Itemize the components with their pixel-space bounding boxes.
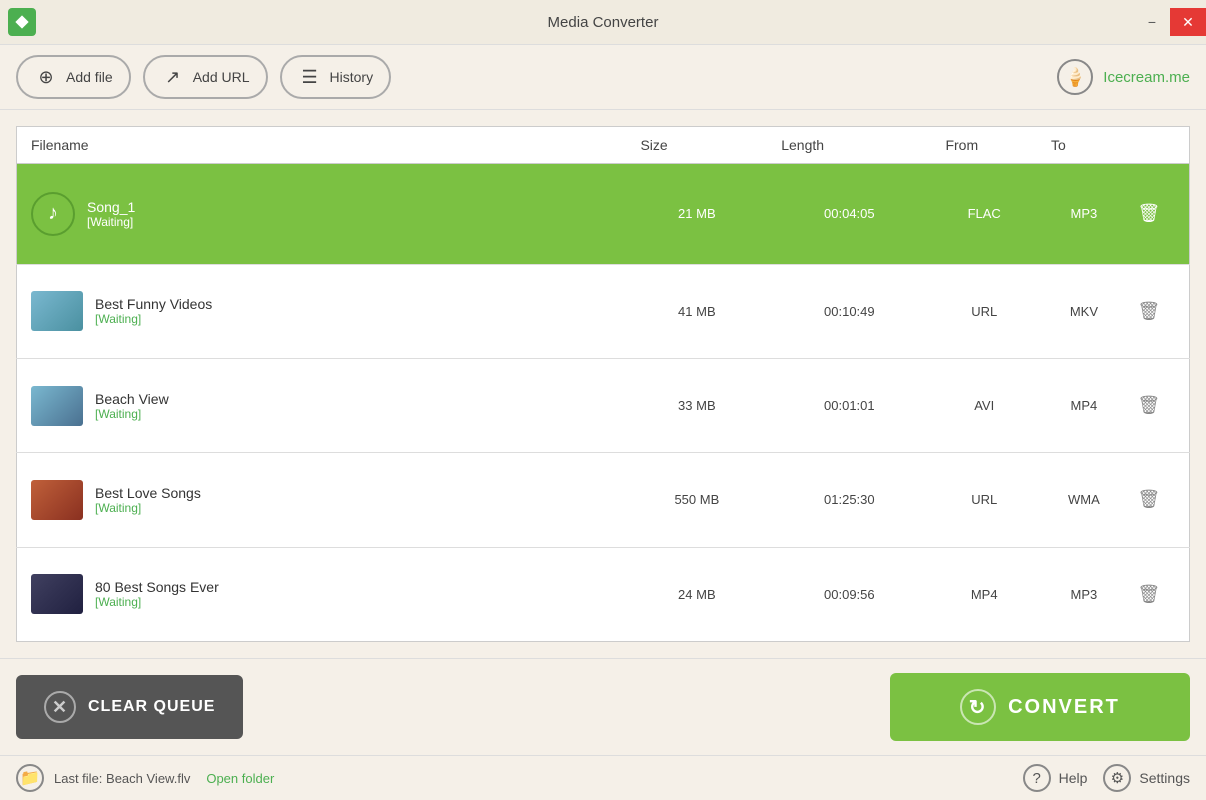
- filename-cell: Beach View [Waiting]: [17, 358, 627, 452]
- file-name: 80 Best Songs Ever: [95, 579, 219, 595]
- file-size: 21 MB: [626, 164, 767, 265]
- table-row[interactable]: Best Love Songs [Waiting] 550 MB 01:25:3…: [17, 453, 1190, 547]
- folder-icon: 📁: [16, 764, 44, 792]
- help-button[interactable]: ? Help: [1023, 764, 1088, 792]
- file-length: 01:25:30: [767, 453, 931, 547]
- filename-cell: Best Funny Videos [Waiting]: [17, 264, 627, 358]
- delete-button[interactable]: 🗑: [1131, 293, 1167, 329]
- window-title: Media Converter: [548, 14, 659, 31]
- col-header-to: To: [1037, 127, 1131, 164]
- history-button[interactable]: ☰ History: [280, 55, 392, 99]
- file-from: URL: [931, 264, 1037, 358]
- clear-icon: ✕: [44, 691, 76, 723]
- table-row[interactable]: Beach View [Waiting] 33 MB 00:01:01 AVI …: [17, 358, 1190, 452]
- col-header-length: Length: [767, 127, 931, 164]
- file-length: 00:10:49: [767, 264, 931, 358]
- toolbar: ⊕ Add file ↗ Add URL ☰ History 🍦 Icecrea…: [0, 45, 1206, 110]
- settings-icon: ⚙: [1103, 764, 1131, 792]
- col-header-size: Size: [626, 127, 767, 164]
- file-to: MP3: [1037, 547, 1131, 641]
- col-header-delete: [1131, 127, 1190, 164]
- file-table: Filename Size Length From To ♪ Song_1 [W…: [16, 126, 1190, 642]
- add-url-label: Add URL: [193, 69, 250, 85]
- file-status: [Waiting]: [95, 407, 169, 421]
- file-name: Beach View: [95, 391, 169, 407]
- file-from: URL: [931, 453, 1037, 547]
- file-status: [Waiting]: [87, 215, 135, 229]
- close-button[interactable]: ✕: [1170, 8, 1206, 36]
- col-header-from: From: [931, 127, 1037, 164]
- help-label: Help: [1059, 770, 1088, 786]
- delete-cell: 🗑: [1131, 264, 1190, 358]
- table-row[interactable]: 80 Best Songs Ever [Waiting] 24 MB 00:09…: [17, 547, 1190, 641]
- convert-label: CONVERT: [1008, 696, 1120, 719]
- file-length: 00:04:05: [767, 164, 931, 265]
- delete-cell: 🗑: [1131, 547, 1190, 641]
- file-status: [Waiting]: [95, 595, 219, 609]
- filename-cell: ♪ Song_1 [Waiting]: [17, 164, 627, 265]
- delete-button[interactable]: 🗑: [1131, 388, 1167, 424]
- delete-button[interactable]: 🗑: [1131, 196, 1167, 232]
- minimize-button[interactable]: −: [1134, 8, 1170, 36]
- file-size: 550 MB: [626, 453, 767, 547]
- last-file-text: Last file: Beach View.flv: [54, 771, 190, 786]
- file-length: 00:09:56: [767, 547, 931, 641]
- file-size: 33 MB: [626, 358, 767, 452]
- file-to: MKV: [1037, 264, 1131, 358]
- list-icon: ☰: [298, 65, 322, 89]
- help-icon: ?: [1023, 764, 1051, 792]
- status-bar: 📁 Last file: Beach View.flv Open folder …: [0, 755, 1206, 800]
- table-row[interactable]: ♪ Song_1 [Waiting] 21 MB 00:04:05 FLAC M…: [17, 164, 1190, 265]
- file-status: [Waiting]: [95, 501, 201, 515]
- settings-button[interactable]: ⚙ Settings: [1103, 764, 1190, 792]
- file-size: 41 MB: [626, 264, 767, 358]
- add-file-button[interactable]: ⊕ Add file: [16, 55, 131, 99]
- clear-queue-button[interactable]: ✕ CLEAR QUEUE: [16, 675, 243, 739]
- delete-button[interactable]: 🗑: [1131, 482, 1167, 518]
- filename-cell: Best Love Songs [Waiting]: [17, 453, 627, 547]
- file-to: MP3: [1037, 164, 1131, 265]
- add-url-button[interactable]: ↗ Add URL: [143, 55, 268, 99]
- delete-cell: 🗑: [1131, 164, 1190, 265]
- file-to: MP4: [1037, 358, 1131, 452]
- file-status: [Waiting]: [95, 312, 212, 326]
- history-label: History: [330, 69, 374, 85]
- delete-button[interactable]: 🗑: [1131, 576, 1167, 612]
- file-name: Best Love Songs: [95, 485, 201, 501]
- delete-cell: 🗑: [1131, 358, 1190, 452]
- icecream-icon: 🍦: [1057, 59, 1093, 95]
- icecream-link[interactable]: 🍦 Icecream.me: [1057, 59, 1190, 95]
- file-size: 24 MB: [626, 547, 767, 641]
- file-length: 00:01:01: [767, 358, 931, 452]
- open-folder-link[interactable]: Open folder: [206, 771, 274, 786]
- plus-icon: ⊕: [34, 65, 58, 89]
- clear-queue-label: CLEAR QUEUE: [88, 698, 215, 716]
- file-from: FLAC: [931, 164, 1037, 265]
- file-to: WMA: [1037, 453, 1131, 547]
- table-row[interactable]: Best Funny Videos [Waiting] 41 MB 00:10:…: [17, 264, 1190, 358]
- file-name: Song_1: [87, 199, 135, 215]
- settings-label: Settings: [1139, 770, 1190, 786]
- bottom-bar: ✕ CLEAR QUEUE ↻ CONVERT: [0, 658, 1206, 755]
- filename-cell: 80 Best Songs Ever [Waiting]: [17, 547, 627, 641]
- icecream-label: Icecream.me: [1103, 69, 1190, 86]
- convert-button[interactable]: ↻ CONVERT: [890, 673, 1190, 741]
- file-name: Best Funny Videos: [95, 296, 212, 312]
- delete-cell: 🗑: [1131, 453, 1190, 547]
- convert-icon: ↻: [960, 689, 996, 725]
- file-from: AVI: [931, 358, 1037, 452]
- main-content: Filename Size Length From To ♪ Song_1 [W…: [0, 110, 1206, 658]
- app-icon: [8, 8, 36, 36]
- col-header-filename: Filename: [17, 127, 627, 164]
- title-bar: Media Converter − ✕: [0, 0, 1206, 45]
- add-file-label: Add file: [66, 69, 113, 85]
- file-from: MP4: [931, 547, 1037, 641]
- share-icon: ↗: [161, 65, 185, 89]
